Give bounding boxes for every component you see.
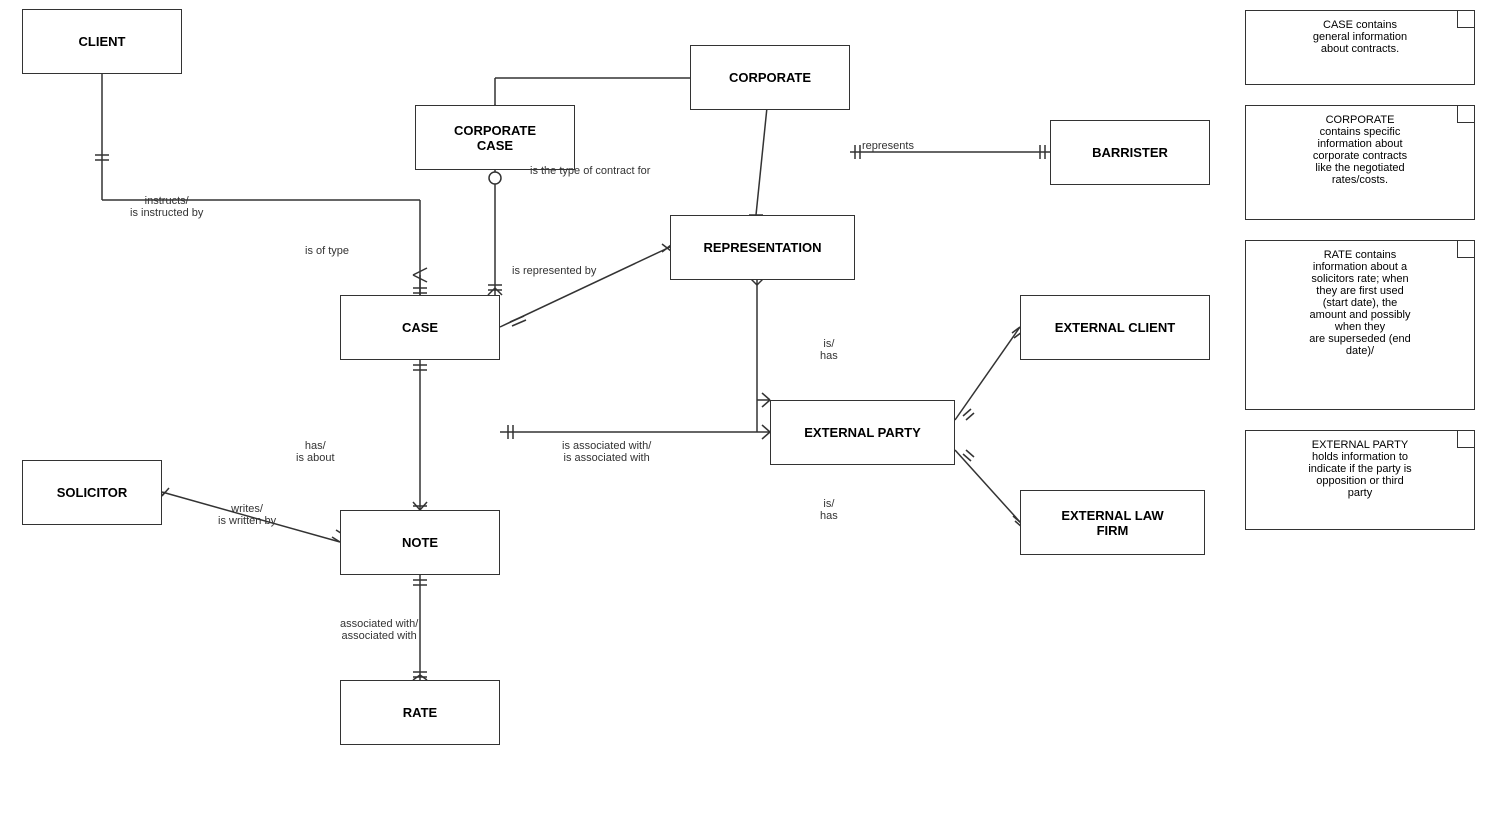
entity-client: CLIENT [22, 9, 182, 74]
entity-rate: RATE [340, 680, 500, 745]
note-corporate: CORPORATEcontains specificinformation ab… [1245, 105, 1475, 220]
label-writes: writes/is written by [218, 503, 276, 527]
entity-barrister: BARRISTER [1050, 120, 1210, 185]
diagram-container: CLIENT CORPORATE CORPORATECASE BARRISTER… [0, 0, 1504, 831]
note-rate: RATE containsinformation about asolicito… [1245, 240, 1475, 410]
label-is-has-1: is/has [820, 338, 838, 362]
label-is-associated: is associated with/is associated with [562, 440, 651, 464]
label-is-type-contract: is the type of contract for [530, 165, 650, 177]
entity-note: NOTE [340, 510, 500, 575]
note-case: CASE containsgeneral informationabout co… [1245, 10, 1475, 85]
label-is-of-type: is of type [305, 245, 349, 257]
entity-case: CASE [340, 295, 500, 360]
entity-representation: REPRESENTATION [670, 215, 855, 280]
label-is-represented-by: is represented by [512, 265, 596, 277]
label-has-is-about: has/is about [296, 440, 335, 464]
entity-corporate: CORPORATE [690, 45, 850, 110]
entity-external-law-firm: EXTERNAL LAWFIRM [1020, 490, 1205, 555]
label-instructs: instructs/is instructed by [130, 195, 203, 219]
note-external-party: EXTERNAL PARTYholds information toindica… [1245, 430, 1475, 530]
entity-solicitor: SOLICITOR [22, 460, 162, 525]
label-is-has-2: is/has [820, 498, 838, 522]
label-represents: represents [862, 140, 914, 152]
entity-corporate-case: CORPORATECASE [415, 105, 575, 170]
entity-external-party: EXTERNAL PARTY [770, 400, 955, 465]
label-associated-with: associated with/associated with [340, 618, 418, 642]
entity-external-client: EXTERNAL CLIENT [1020, 295, 1210, 360]
